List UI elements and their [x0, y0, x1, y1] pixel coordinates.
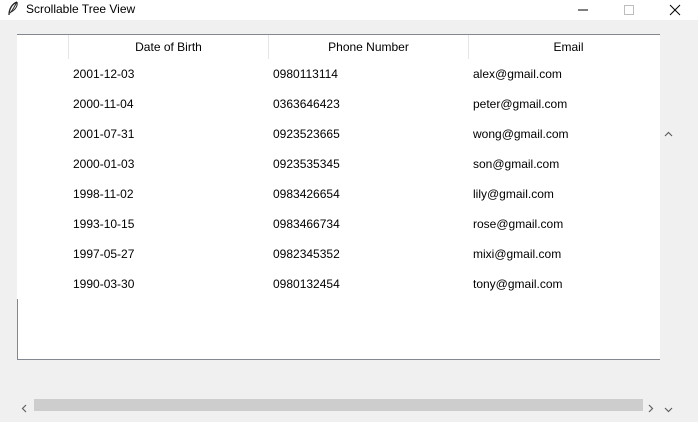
scrollbar-thumb[interactable]	[34, 399, 643, 411]
cell-dob: 1997-05-27	[73, 247, 135, 261]
scroll-up-icon[interactable]	[664, 124, 673, 142]
table-header: Date of Birth Phone Number Email	[17, 35, 660, 59]
cell-dob: 1993-10-15	[73, 217, 135, 231]
cell-dob: 2000-01-03	[73, 157, 135, 171]
table-row[interactable]: 2000-01-03 0923535345 son@gmail.com	[17, 149, 660, 179]
feather-icon	[6, 1, 20, 17]
column-header-dob[interactable]: Date of Birth	[68, 35, 268, 59]
cell-email: peter@gmail.com	[473, 97, 568, 111]
table-row[interactable]: 1993-10-15 0983466734 rose@gmail.com	[17, 209, 660, 239]
table-row[interactable]: 2001-12-03 0980113114 alex@gmail.com	[17, 59, 660, 89]
cell-phone: 0363646423	[273, 97, 340, 111]
cell-email: alex@gmail.com	[473, 67, 562, 81]
horizontal-scrollbar[interactable]	[17, 396, 660, 413]
title-bar: Scrollable Tree View	[0, 0, 698, 20]
table-row[interactable]: 1990-03-30 0980132454 tony@gmail.com	[17, 269, 660, 299]
scroll-down-icon[interactable]	[664, 400, 673, 418]
table-row[interactable]: 1998-11-02 0983426654 lily@gmail.com	[17, 179, 660, 209]
cell-email: wong@gmail.com	[473, 127, 569, 141]
cell-phone: 0982345352	[273, 247, 340, 261]
cell-email: mixi@gmail.com	[473, 247, 562, 261]
cell-phone: 0983426654	[273, 187, 340, 201]
cell-phone: 0980132454	[273, 277, 340, 291]
close-button[interactable]	[652, 0, 698, 20]
scroll-left-icon[interactable]	[21, 400, 27, 418]
cell-phone: 0980113114	[273, 67, 338, 81]
window-title: Scrollable Tree View	[26, 2, 136, 16]
minimize-icon	[578, 9, 588, 11]
table-row[interactable]: 2000-11-04 0363646423 peter@gmail.com	[17, 89, 660, 119]
maximize-icon	[624, 5, 634, 15]
cell-email: lily@gmail.com	[473, 187, 554, 201]
cell-dob: 2001-07-31	[73, 127, 135, 141]
minimize-button[interactable]	[560, 0, 606, 20]
cell-dob: 2000-11-04	[73, 97, 134, 111]
close-icon	[669, 4, 681, 16]
vertical-scrollbar[interactable]	[660, 34, 677, 413]
cell-phone: 0983466734	[273, 217, 340, 231]
cell-email: tony@gmail.com	[473, 277, 563, 291]
cell-dob: 2001-12-03	[73, 67, 135, 81]
column-header-email[interactable]: Email	[468, 35, 660, 59]
cell-email: rose@gmail.com	[473, 217, 564, 231]
cell-phone: 0923523665	[273, 127, 340, 141]
cell-dob: 1990-03-30	[73, 277, 135, 291]
table-row[interactable]: 2001-07-31 0923523665 wong@gmail.com	[17, 119, 660, 149]
cell-dob: 1998-11-02	[73, 187, 134, 201]
table-row[interactable]: 1997-05-27 0982345352 mixi@gmail.com	[17, 239, 660, 269]
maximize-button[interactable]	[606, 0, 652, 20]
cell-phone: 0923535345	[273, 157, 340, 171]
column-header-tree[interactable]	[17, 35, 68, 59]
column-header-phone[interactable]: Phone Number	[268, 35, 468, 59]
tree-view[interactable]: Date of Birth Phone Number Email 2001-12…	[17, 34, 660, 360]
cell-email: son@gmail.com	[473, 157, 560, 171]
scroll-right-icon[interactable]	[648, 400, 654, 418]
